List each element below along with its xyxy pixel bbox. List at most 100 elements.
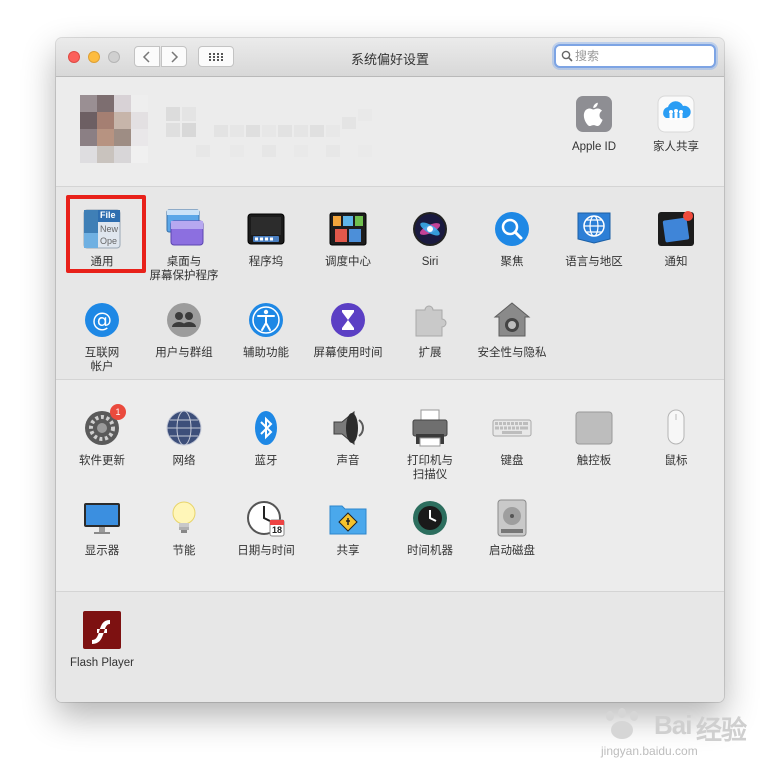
pane-apple-id[interactable]: Apple ID xyxy=(553,94,635,154)
pane-notifications[interactable]: 通知 xyxy=(635,209,717,269)
mission-control-icon xyxy=(328,209,368,249)
search-input[interactable] xyxy=(575,47,711,65)
svg-text:@: @ xyxy=(92,308,112,332)
dock-icon xyxy=(246,209,286,249)
pane-mission-control[interactable]: 调度中心 xyxy=(307,209,389,269)
pane-security-privacy[interactable]: 安全性与隐私 xyxy=(471,300,553,360)
network-icon xyxy=(164,408,204,448)
pane-general[interactable]: File New Ope 通用 xyxy=(61,209,143,269)
pane-label: 共享 xyxy=(336,545,360,557)
pane-language-region[interactable]: 语言与地区 xyxy=(553,209,635,269)
pane-trackpad[interactable]: 触控板 xyxy=(553,408,635,468)
general-icon: File New Ope xyxy=(82,209,122,249)
pane-label: 用户与群组 xyxy=(155,347,213,359)
pane-label: 显示器 xyxy=(84,545,120,557)
pane-label: 桌面与 屏幕保护程序 xyxy=(149,256,219,282)
watermark-url: jingyan.baidu.com xyxy=(601,744,698,758)
pane-family-sharing[interactable]: 家人共享 xyxy=(635,94,717,154)
sound-icon xyxy=(328,408,368,448)
desktop-screensaver-icon xyxy=(164,209,204,249)
pane-date-time[interactable]: 18 日期与时间 xyxy=(225,498,307,558)
date-number: 18 xyxy=(272,525,283,535)
family-sharing-icon xyxy=(656,94,696,134)
hardware-section: 1 软件更新 网络 蓝牙 声音 打印机与 扫描仪 键盘 触控板 鼠标 显示器 节… xyxy=(56,380,724,592)
pane-label: 键盘 xyxy=(500,455,524,467)
pane-time-machine[interactable]: 时间机器 xyxy=(389,498,471,558)
general-new-text: New xyxy=(100,224,119,234)
date-time-icon: 18 xyxy=(246,498,286,538)
pane-label: 程序坞 xyxy=(248,256,284,268)
pane-label: 通知 xyxy=(664,256,688,268)
pane-label: 软件更新 xyxy=(79,455,125,467)
general-open-text: Ope xyxy=(100,236,118,246)
pane-label: 调度中心 xyxy=(325,256,371,268)
other-section: Flash Player xyxy=(56,592,724,702)
pane-label: 聚焦 xyxy=(500,256,524,268)
spotlight-icon xyxy=(492,209,532,249)
pane-spotlight[interactable]: 聚焦 xyxy=(471,209,553,269)
pane-dock[interactable]: 程序坞 xyxy=(225,209,307,269)
pane-label: 节能 xyxy=(172,545,196,557)
printers-scanners-icon xyxy=(410,408,450,448)
flash-player-icon xyxy=(82,610,122,650)
startup-disk-icon xyxy=(492,498,532,538)
pane-label: 蓝牙 xyxy=(254,455,278,467)
pane-label: 时间机器 xyxy=(407,545,453,557)
pane-label: 声音 xyxy=(336,455,360,467)
account-section: Apple ID 家人共享 xyxy=(56,77,724,187)
pane-printers-scanners[interactable]: 打印机与 扫描仪 xyxy=(389,408,471,482)
watermark-brand: Bai xyxy=(654,710,692,740)
pane-sound[interactable]: 声音 xyxy=(307,408,389,468)
titlebar: 系统偏好设置 xyxy=(56,38,724,77)
pane-label: 互联网 帐户 xyxy=(84,347,120,373)
search-field[interactable] xyxy=(554,44,716,68)
pane-energy-saver[interactable]: 节能 xyxy=(143,498,225,558)
pane-software-update[interactable]: 1 软件更新 xyxy=(61,404,143,468)
pane-accessibility[interactable]: 辅助功能 xyxy=(225,300,307,360)
pane-displays[interactable]: 显示器 xyxy=(61,498,143,558)
baidu-watermark: Bai 经验 jingyan.baidu.com xyxy=(596,706,747,766)
bluetooth-icon xyxy=(246,408,286,448)
pane-label: 网络 xyxy=(172,455,196,467)
siri-icon xyxy=(410,209,450,249)
notifications-icon xyxy=(656,209,696,249)
search-icon xyxy=(561,50,573,62)
pane-internet-accounts[interactable]: @ 互联网 帐户 xyxy=(61,300,143,374)
pane-label: 打印机与 扫描仪 xyxy=(407,455,453,481)
update-badge: 1 xyxy=(110,404,126,420)
general-file-text: File xyxy=(100,210,116,220)
time-machine-icon xyxy=(410,498,450,538)
pane-label: 扩展 xyxy=(418,347,442,359)
pane-flash-player[interactable]: Flash Player xyxy=(61,610,143,670)
pane-label: 语言与地区 xyxy=(565,256,623,268)
extensions-icon xyxy=(410,300,450,340)
pane-label: Siri xyxy=(421,256,439,268)
watermark-brand-cn: 经验 xyxy=(696,715,747,745)
pane-screen-time[interactable]: 屏幕使用时间 xyxy=(307,300,389,360)
pane-label: 启动磁盘 xyxy=(489,545,535,557)
pane-label: 安全性与隐私 xyxy=(477,347,547,359)
pane-startup-disk[interactable]: 启动磁盘 xyxy=(471,498,553,558)
pane-label: 鼠标 xyxy=(664,455,688,467)
system-preferences-window: 系统偏好设置 搜索 Apple ID 家人共享 File New Ope 通用 … xyxy=(56,38,724,702)
pane-desktop-screensaver[interactable]: 桌面与 屏幕保护程序 xyxy=(143,209,225,283)
pane-keyboard[interactable]: 键盘 xyxy=(471,408,553,468)
pane-bluetooth[interactable]: 蓝牙 xyxy=(225,408,307,468)
trackpad-icon xyxy=(574,408,614,448)
blurred-user-name xyxy=(166,107,372,157)
screen-time-icon xyxy=(328,300,368,340)
pane-mouse[interactable]: 鼠标 xyxy=(635,408,717,468)
pane-sharing[interactable]: 共享 xyxy=(307,498,389,558)
pane-label: 屏幕使用时间 xyxy=(313,347,383,359)
pane-label: Flash Player xyxy=(70,657,134,669)
pane-label: 日期与时间 xyxy=(237,545,295,557)
pane-extensions[interactable]: 扩展 xyxy=(389,300,471,360)
pane-users-groups[interactable]: 用户与群组 xyxy=(143,300,225,360)
pane-network[interactable]: 网络 xyxy=(143,408,225,468)
pane-label: 家人共享 xyxy=(653,141,699,153)
software-update-icon: 1 xyxy=(82,404,126,448)
users-groups-icon xyxy=(164,300,204,340)
avatar[interactable] xyxy=(80,95,148,163)
pane-siri[interactable]: Siri xyxy=(389,209,471,269)
security-privacy-icon xyxy=(492,300,532,340)
